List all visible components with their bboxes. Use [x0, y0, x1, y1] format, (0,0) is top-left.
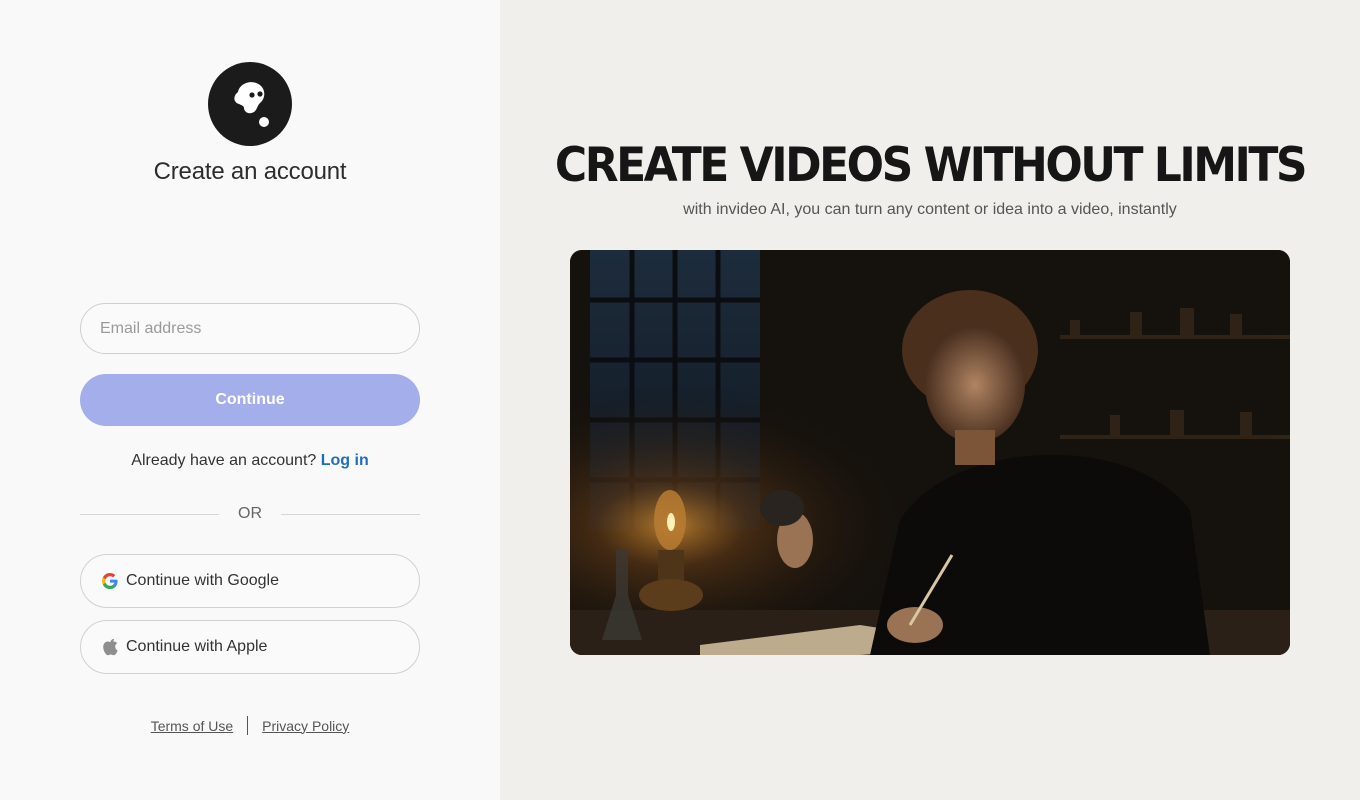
terms-of-use-link[interactable]: Terms of Use: [151, 718, 233, 734]
email-field[interactable]: [80, 303, 420, 354]
footer-separator: [247, 716, 249, 735]
privacy-policy-link[interactable]: Privacy Policy: [262, 718, 349, 734]
google-icon: [101, 573, 118, 590]
apple-signin-button[interactable]: Continue with Apple: [80, 620, 420, 674]
login-prompt: Already have an account? Log in: [0, 452, 500, 470]
divider-line-right: [281, 514, 420, 515]
signup-panel: Create an account Continue Already have …: [0, 0, 500, 800]
invideo-logo-icon: [208, 62, 292, 146]
page-title: Create an account: [153, 158, 347, 185]
apple-icon: [101, 638, 118, 656]
signup-page: Create an account Continue Already have …: [0, 0, 1360, 800]
promo-title: CREATE VIDEOS WITHOUT LIMITS: [554, 137, 1308, 194]
google-signin-button[interactable]: Continue with Google: [80, 554, 420, 608]
promo-subtitle: with invideo AI, you can turn any conten…: [683, 201, 1177, 218]
continue-button[interactable]: Continue: [80, 374, 420, 426]
google-signin-label: Continue with Google: [126, 572, 279, 589]
promo-panel: CREATE VIDEOS WITHOUT LIMITS with invide…: [500, 0, 1360, 800]
already-have-account-text: Already have an account?: [131, 452, 317, 469]
legal-links: Terms of Use Privacy Policy: [0, 716, 500, 735]
or-divider: OR: [80, 504, 420, 524]
apple-signin-label: Continue with Apple: [126, 638, 268, 655]
promo-image: [570, 250, 1290, 655]
login-link[interactable]: Log in: [321, 452, 369, 469]
